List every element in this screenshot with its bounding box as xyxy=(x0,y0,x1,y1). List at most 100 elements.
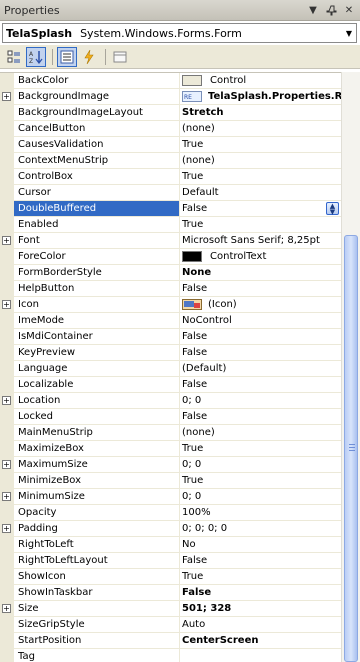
property-name[interactable]: BackColor xyxy=(14,73,180,89)
property-value[interactable]: True xyxy=(180,569,341,585)
property-value[interactable]: 0; 0 xyxy=(180,457,341,473)
property-value[interactable]: True xyxy=(180,137,341,153)
property-row[interactable]: MaximizeBox True xyxy=(0,441,341,457)
expand-icon[interactable]: + xyxy=(2,396,11,405)
property-row[interactable]: ControlBox True xyxy=(0,169,341,185)
value-dropdown-button[interactable]: ▲ ▼ xyxy=(326,202,339,216)
property-name[interactable]: StartPosition xyxy=(14,633,180,649)
close-icon[interactable]: ✕ xyxy=(342,3,356,17)
property-row[interactable]: HelpButton False xyxy=(0,281,341,297)
property-value[interactable]: ControlText xyxy=(180,249,341,265)
object-selector[interactable]: TelaSplash System.Windows.Forms.Form ▼ xyxy=(2,23,357,43)
property-value[interactable]: 0; 0 xyxy=(180,489,341,505)
property-value[interactable]: Default xyxy=(180,185,341,201)
property-row[interactable]: + Font Microsoft Sans Serif; 8,25pt xyxy=(0,233,341,249)
property-name[interactable]: MinimumSize xyxy=(14,489,180,505)
property-name[interactable]: IsMdiContainer xyxy=(14,329,180,345)
property-name[interactable]: SizeGripStyle xyxy=(14,617,180,633)
property-name[interactable]: CancelButton xyxy=(14,121,180,137)
expand-icon[interactable]: + xyxy=(2,524,11,533)
property-name[interactable]: FormBorderStyle xyxy=(14,265,180,281)
property-row[interactable]: RightToLeft No xyxy=(0,537,341,553)
property-name[interactable]: ForeColor xyxy=(14,249,180,265)
pin-icon[interactable] xyxy=(324,3,338,17)
property-value[interactable]: False xyxy=(180,585,341,601)
property-value[interactable]: True xyxy=(180,473,341,489)
expand-icon[interactable]: + xyxy=(2,492,11,501)
property-value[interactable]: 0; 0 xyxy=(180,393,341,409)
expand-icon[interactable]: + xyxy=(2,236,11,245)
property-pages-icon[interactable] xyxy=(110,47,130,67)
property-name[interactable]: HelpButton xyxy=(14,281,180,297)
property-name[interactable]: ControlBox xyxy=(14,169,180,185)
property-name[interactable]: Localizable xyxy=(14,377,180,393)
dropdown-arrow-icon[interactable]: ▼ xyxy=(306,3,320,17)
properties-icon[interactable] xyxy=(57,46,77,67)
property-name[interactable]: ShowIcon xyxy=(14,569,180,585)
property-name[interactable]: Location xyxy=(14,393,180,409)
property-name[interactable]: KeyPreview xyxy=(14,345,180,361)
property-name[interactable]: ImeMode xyxy=(14,313,180,329)
events-icon[interactable] xyxy=(79,47,99,67)
property-value[interactable]: True xyxy=(180,441,341,457)
property-value[interactable]: 501; 328 xyxy=(180,601,341,617)
property-value[interactable]: (none) xyxy=(180,425,341,441)
property-row[interactable]: Opacity 100% xyxy=(0,505,341,521)
property-name[interactable]: BackgroundImageLayout xyxy=(14,105,180,121)
property-name[interactable]: ShowInTaskbar xyxy=(14,585,180,601)
property-name[interactable]: Padding xyxy=(14,521,180,537)
property-row[interactable]: ShowInTaskbar False xyxy=(0,585,341,601)
property-value[interactable]: Stretch xyxy=(180,105,341,121)
property-name[interactable]: Icon xyxy=(14,297,180,313)
expand-icon[interactable]: + xyxy=(2,460,11,469)
property-row[interactable]: ForeColor ControlText xyxy=(0,249,341,265)
property-row[interactable]: + MinimumSize 0; 0 xyxy=(0,489,341,505)
vertical-scrollbar[interactable] xyxy=(341,72,360,662)
property-name[interactable]: Tag xyxy=(14,649,180,662)
scrollbar-thumb[interactable] xyxy=(344,235,358,662)
property-row[interactable]: + MaximumSize 0; 0 xyxy=(0,457,341,473)
property-name[interactable]: Font xyxy=(14,233,180,249)
property-value[interactable]: False xyxy=(180,553,341,569)
property-row[interactable]: KeyPreview False xyxy=(0,345,341,361)
property-row[interactable]: CausesValidation True xyxy=(0,137,341,153)
property-row[interactable]: ShowIcon True xyxy=(0,569,341,585)
property-row[interactable]: MainMenuStrip (none) xyxy=(0,425,341,441)
property-row[interactable]: CancelButton (none) xyxy=(0,121,341,137)
property-row[interactable]: BackColor Control xyxy=(0,73,341,89)
property-row[interactable]: DoubleBuffered False ▲ ▼ xyxy=(0,201,341,217)
property-row[interactable]: + Size 501; 328 xyxy=(0,601,341,617)
property-value[interactable]: True xyxy=(180,217,341,233)
expand-icon[interactable]: + xyxy=(2,92,11,101)
property-row[interactable]: BackgroundImageLayout Stretch xyxy=(0,105,341,121)
property-row[interactable]: FormBorderStyle None xyxy=(0,265,341,281)
property-row[interactable]: IsMdiContainer False xyxy=(0,329,341,345)
categorized-icon[interactable] xyxy=(4,47,24,67)
alphabetical-icon[interactable]: A Z xyxy=(26,46,46,67)
property-name[interactable]: ContextMenuStrip xyxy=(14,153,180,169)
property-row[interactable]: RightToLeftLayout False xyxy=(0,553,341,569)
property-name[interactable]: Cursor xyxy=(14,185,180,201)
property-name[interactable]: Opacity xyxy=(14,505,180,521)
property-value[interactable]: 0; 0; 0; 0 xyxy=(180,521,341,537)
property-value[interactable]: Control xyxy=(180,73,341,89)
property-name[interactable]: BackgroundImage xyxy=(14,89,180,105)
property-value[interactable]: (none) xyxy=(180,153,341,169)
property-value[interactable]: Microsoft Sans Serif; 8,25pt xyxy=(180,233,341,249)
expand-icon[interactable]: + xyxy=(2,604,11,613)
property-row[interactable]: SizeGripStyle Auto xyxy=(0,617,341,633)
property-value[interactable]: False xyxy=(180,409,341,425)
property-value[interactable]: False ▲ ▼ xyxy=(180,201,341,217)
property-row[interactable]: Cursor Default xyxy=(0,185,341,201)
property-value[interactable]: RE TelaSplash.Properties.Re xyxy=(180,89,341,105)
property-value[interactable]: False xyxy=(180,281,341,297)
property-value[interactable]: (Default) xyxy=(180,361,341,377)
property-row[interactable]: + BackgroundImage RE TelaSplash.Properties.… xyxy=(0,89,341,105)
expand-icon[interactable]: + xyxy=(2,300,11,309)
property-row[interactable]: + Icon (Icon) xyxy=(0,297,341,313)
property-row[interactable]: Enabled True xyxy=(0,217,341,233)
property-value[interactable]: True xyxy=(180,169,341,185)
property-value[interactable]: False xyxy=(180,345,341,361)
property-name[interactable]: MinimizeBox xyxy=(14,473,180,489)
property-name[interactable]: RightToLeft xyxy=(14,537,180,553)
